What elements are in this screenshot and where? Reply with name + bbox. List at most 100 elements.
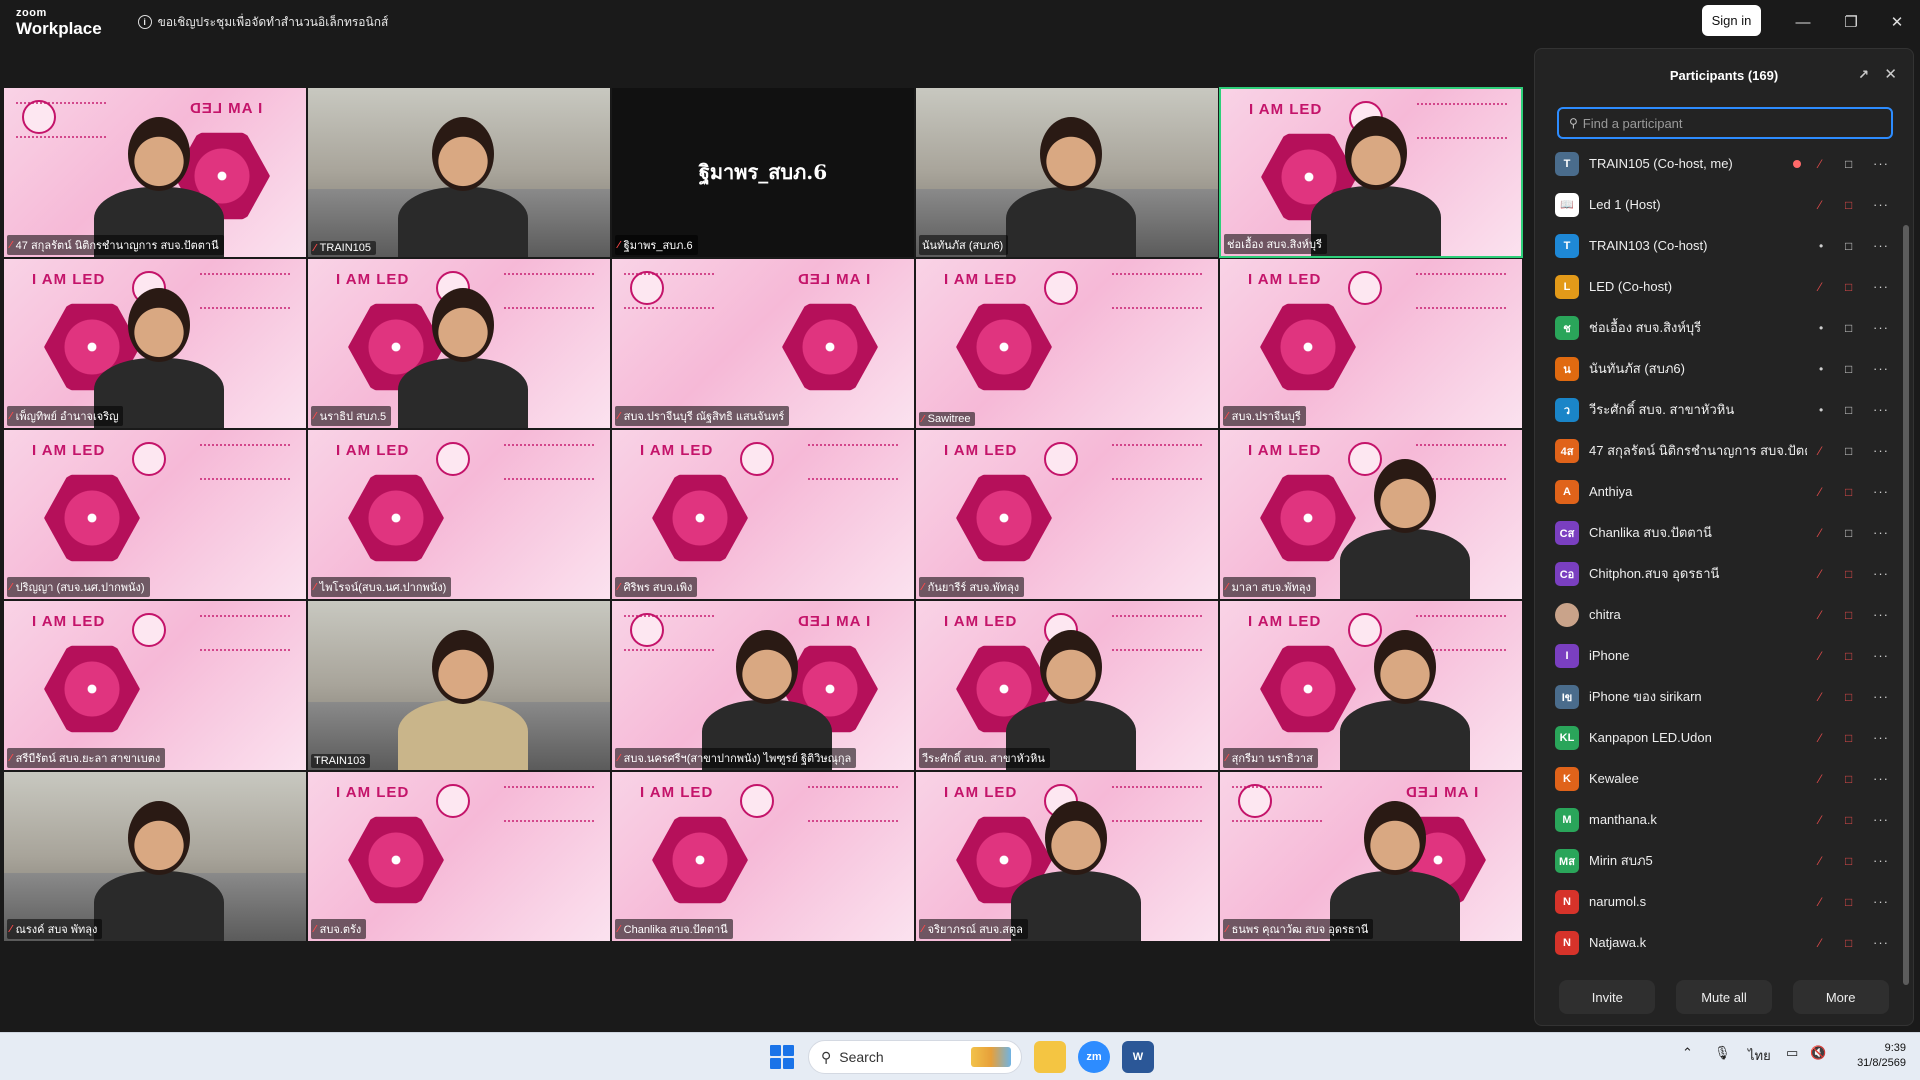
participant-list-scrollbar[interactable] — [1903, 145, 1909, 1005]
invite-button[interactable]: Invite — [1559, 980, 1656, 1014]
participant-more-icon[interactable]: ··· — [1873, 279, 1889, 294]
participant-more-icon[interactable]: ··· — [1873, 320, 1889, 335]
participant-row[interactable]: T TRAIN103 (Co-host) • □ ··· — [1535, 225, 1899, 266]
microphone-icon[interactable]: • — [1819, 239, 1823, 253]
video-tile[interactable]: I AM LED ⁄ 47 สกุลรัตน์ นิติกรชำนาญการ สบจ… — [3, 87, 307, 258]
video-tile[interactable]: TRAIN103 — [307, 600, 611, 771]
file-explorer-icon[interactable] — [1034, 1041, 1066, 1073]
video-tile[interactable]: I AM LED ⁄ สบจ.นครศรีฯ(สาขาปากพนัง) ไพฑูรย… — [611, 600, 915, 771]
mic-muted-icon[interactable]: ⁄ — [1819, 649, 1821, 663]
video-tile[interactable]: นันทันภัส (สบภ6) — [915, 87, 1219, 258]
camera-icon[interactable]: □ — [1845, 157, 1852, 171]
video-tile[interactable]: I AM LED ⁄ สบจ.ตรัง — [307, 771, 611, 942]
camera-off-icon[interactable]: □ — [1845, 649, 1852, 663]
participant-more-icon[interactable]: ··· — [1873, 771, 1889, 786]
camera-icon[interactable]: □ — [1845, 526, 1852, 540]
participant-more-icon[interactable]: ··· — [1873, 402, 1889, 417]
camera-icon[interactable]: □ — [1845, 403, 1852, 417]
participant-more-icon[interactable]: ··· — [1873, 935, 1889, 950]
camera-off-icon[interactable]: □ — [1845, 936, 1852, 950]
microphone-icon[interactable]: • — [1819, 403, 1823, 417]
participant-more-icon[interactable]: ··· — [1873, 689, 1889, 704]
participant-row[interactable]: K Kewalee ⁄ □ ··· — [1535, 758, 1899, 799]
camera-off-icon[interactable]: □ — [1845, 567, 1852, 581]
participant-row[interactable]: L LED (Co-host) ⁄ □ ··· — [1535, 266, 1899, 307]
participant-row[interactable]: 📖 Led 1 (Host) ⁄ □ ··· — [1535, 184, 1899, 225]
video-tile[interactable]: I AM LED ⁄ ศิริพร สบจ.เพิง — [611, 429, 915, 600]
participant-row[interactable]: 4ส 47 สกุลรัตน์ นิติกรชำนาญการ สบจ.ปัตตาน… — [1535, 430, 1899, 471]
taskbar-search[interactable]: ⚲ Search — [808, 1040, 1022, 1074]
mic-muted-icon[interactable]: ⁄ — [1819, 157, 1821, 171]
camera-off-icon[interactable]: □ — [1845, 895, 1852, 909]
info-icon[interactable]: i — [137, 15, 152, 29]
input-language[interactable]: ไทย — [1748, 1045, 1771, 1066]
participant-more-icon[interactable]: ··· — [1873, 730, 1889, 745]
mic-muted-icon[interactable]: ⁄ — [1819, 608, 1821, 622]
video-tile[interactable]: I AM LED ⁄ สบจ.ปราจีนบุรี ณัฐสิทธิ แสนจันท… — [611, 258, 915, 429]
mic-muted-icon[interactable]: ⁄ — [1819, 444, 1821, 458]
camera-icon[interactable]: □ — [1845, 239, 1852, 253]
taskbar-clock[interactable]: 9:39 31/8/2569 — [1836, 1041, 1906, 1071]
camera-off-icon[interactable]: □ — [1845, 198, 1852, 212]
video-tile[interactable]: I AM LED ⁄ กันยารีร์ สบจ.พัทลุง — [915, 429, 1219, 600]
zoom-app-icon[interactable]: zm — [1078, 1041, 1110, 1073]
participant-row[interactable]: Iข iPhone ของ sirikarn ⁄ □ ··· — [1535, 676, 1899, 717]
participant-row[interactable]: chitra ⁄ □ ··· — [1535, 594, 1899, 635]
mic-muted-icon[interactable]: ⁄ — [1819, 731, 1821, 745]
video-tile[interactable]: I AM LED ⁄ ปริญญา (สบจ.นศ.ปากพนัง) — [3, 429, 307, 600]
mic-muted-icon[interactable]: ⁄ — [1819, 198, 1821, 212]
participant-row[interactable]: A Anthiya ⁄ □ ··· — [1535, 471, 1899, 512]
video-tile[interactable]: I AM LED ⁄ ไพโรจน์(สบจ.นศ.ปากพนัง) — [307, 429, 611, 600]
mic-muted-icon[interactable]: ⁄ — [1819, 895, 1821, 909]
mic-muted-icon[interactable]: ⁄ — [1819, 936, 1821, 950]
mic-muted-icon[interactable]: ⁄ — [1819, 567, 1821, 581]
video-tile[interactable]: I AM LED ⁄ สบจ.ปราจีนบุรี — [1219, 258, 1523, 429]
mic-muted-icon[interactable]: ⁄ — [1819, 854, 1821, 868]
camera-off-icon[interactable]: □ — [1845, 731, 1852, 745]
video-tile[interactable]: I AM LED ⁄ สุกรีมา นราธิวาส — [1219, 600, 1523, 771]
mic-muted-icon[interactable]: ⁄ — [1819, 772, 1821, 786]
sign-in-button[interactable]: Sign in — [1702, 5, 1761, 36]
camera-off-icon[interactable]: □ — [1845, 485, 1852, 499]
network-icon[interactable]: ▭ — [1786, 1045, 1798, 1061]
microphone-icon[interactable]: • — [1819, 321, 1823, 335]
video-tile[interactable]: I AM LED วีระศักดิ์ สบจ. สาขาหัวหิน — [915, 600, 1219, 771]
participant-more-icon[interactable]: ··· — [1873, 894, 1889, 909]
camera-off-icon[interactable]: □ — [1845, 772, 1852, 786]
video-tile[interactable]: ⁄ TRAIN105 — [307, 87, 611, 258]
participant-row[interactable]: Cส Chanlika สบจ.ปัตตานี ⁄ □ ··· — [1535, 512, 1899, 553]
participant-more-icon[interactable]: ··· — [1873, 525, 1889, 540]
video-tile[interactable]: I AM LED ⁄ Chanlika สบจ.ปัตตานี — [611, 771, 915, 942]
mute-all-button[interactable]: Mute all — [1675, 980, 1772, 1014]
participant-more-icon[interactable]: ··· — [1873, 484, 1889, 499]
windows-start-icon[interactable] — [770, 1045, 794, 1069]
tray-chevron-icon[interactable]: ⌃ — [1682, 1045, 1693, 1061]
mic-muted-icon[interactable]: ⁄ — [1819, 690, 1821, 704]
participant-row[interactable]: Mส Mirin สบภ5 ⁄ □ ··· — [1535, 840, 1899, 881]
participant-more-icon[interactable]: ··· — [1873, 238, 1889, 253]
participant-row[interactable]: ช ช่อเอื้อง สบจ.สิงห์บุรี • □ ··· — [1535, 307, 1899, 348]
participant-row[interactable]: N Natjawa.k ⁄ □ ··· — [1535, 922, 1899, 963]
minimize-icon[interactable]: — — [1780, 0, 1826, 44]
camera-off-icon[interactable]: □ — [1845, 690, 1852, 704]
video-tile[interactable]: I AM LED ช่อเอื้อง สบจ.สิงห์บุรี — [1219, 87, 1523, 258]
more-button[interactable]: More — [1792, 980, 1889, 1014]
participant-row[interactable]: Nnarumol.s ⁄ □ ··· — [1535, 881, 1899, 922]
participant-more-icon[interactable]: ··· — [1873, 853, 1889, 868]
mic-muted-icon[interactable]: ⁄ — [1819, 526, 1821, 540]
video-tile[interactable]: I AM LED ⁄ มาลา สบจ.พัทลุง — [1219, 429, 1523, 600]
word-app-icon[interactable]: W — [1122, 1041, 1154, 1073]
microphone-icon[interactable]: • — [1819, 362, 1823, 376]
participant-row[interactable]: IiPhone ⁄ □ ··· — [1535, 635, 1899, 676]
camera-icon[interactable]: □ — [1845, 444, 1852, 458]
participant-more-icon[interactable]: ··· — [1873, 566, 1889, 581]
video-tile[interactable]: ฐิมาพร_สบภ.6 ⁄ ฐิมาพร_สบภ.6 — [611, 87, 915, 258]
participant-search-input[interactable]: ⚲ Find a participant — [1557, 107, 1893, 139]
mic-muted-icon[interactable]: ⁄ — [1819, 813, 1821, 827]
participant-more-icon[interactable]: ··· — [1873, 443, 1889, 458]
participant-row[interactable]: Mmanthana.k ⁄ □ ··· — [1535, 799, 1899, 840]
participant-row[interactable]: ว วีระศักดิ์ สบจ. สาขาหัวหิน • □ ··· — [1535, 389, 1899, 430]
participant-row[interactable]: Cอ Chitphon.สบจ อุดรธานี ⁄ □ ··· — [1535, 553, 1899, 594]
participant-row[interactable]: น นันทันภัส (สบภ6) • □ ··· — [1535, 348, 1899, 389]
participant-more-icon[interactable]: ··· — [1873, 812, 1889, 827]
